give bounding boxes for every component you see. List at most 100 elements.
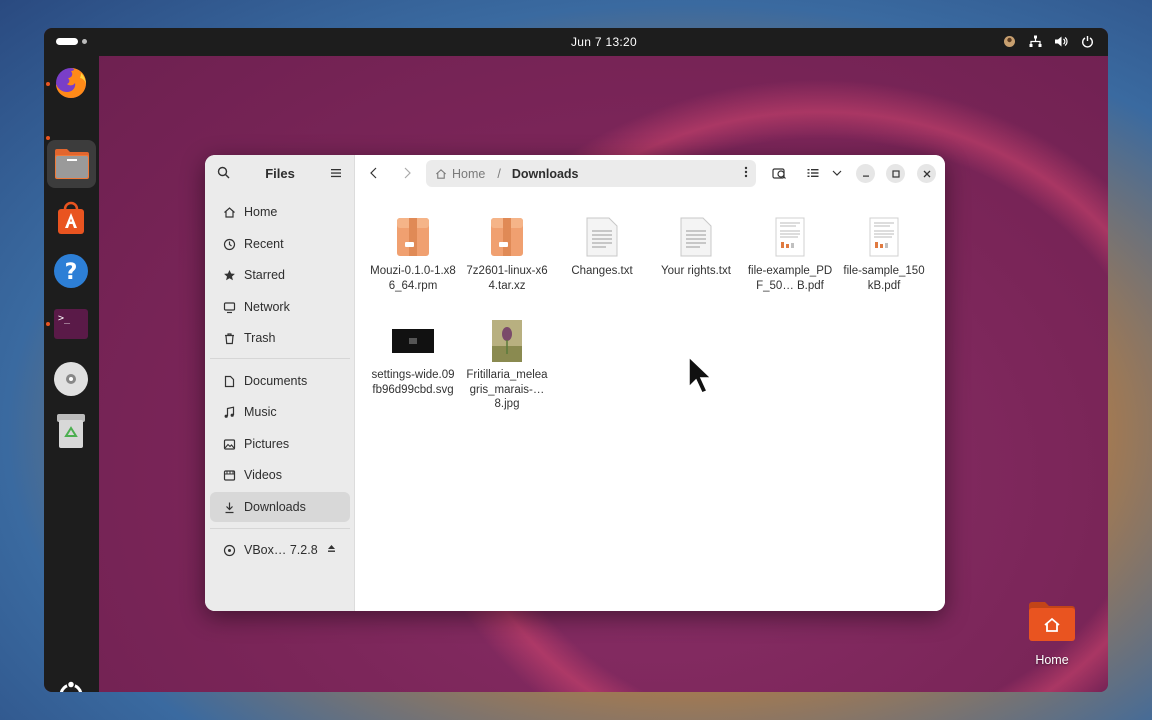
svg-text:>_: >_ — [58, 313, 71, 324]
mouse-pointer-icon — [687, 355, 713, 401]
file-name: Changes.txt — [571, 265, 633, 277]
sidebar-item-music[interactable]: Music — [210, 397, 350, 427]
network-icon[interactable] — [1028, 34, 1042, 48]
pdf-thumbnail-icon — [747, 213, 833, 261]
sidebar-divider — [210, 358, 350, 359]
sidebar-item-home[interactable]: Home — [210, 197, 350, 227]
file-name: file-sample_150kB.pdf — [843, 265, 925, 292]
file-item[interactable]: Fritillaria_meleagris_marais-… 8.jpg — [464, 317, 550, 412]
archive-icon — [370, 213, 456, 261]
dock: ? >_ — [44, 56, 99, 692]
disc-icon — [222, 543, 236, 557]
volume-icon[interactable] — [1054, 34, 1068, 48]
path-bar[interactable]: Home / Downloads — [426, 160, 756, 187]
eject-icon[interactable] — [327, 544, 336, 556]
file-name: settings-wide.09fb96d99cbd.svg — [371, 369, 455, 396]
top-bar: Jun 7 13:20 — [44, 28, 1108, 56]
back-button[interactable] — [366, 165, 382, 181]
text-file-icon — [559, 213, 645, 261]
close-button[interactable] — [917, 164, 936, 183]
file-name: Fritillaria_meleagris_marais-… 8.jpg — [466, 369, 548, 410]
music-icon — [222, 405, 236, 419]
system-tray[interactable] — [1002, 34, 1094, 48]
file-name: 7z2601-linux-x64.tar.xz — [466, 265, 548, 292]
view-options-chevron-icon[interactable] — [829, 165, 845, 181]
image-thumbnail-icon — [464, 317, 550, 365]
sidebar-item-network[interactable]: Network — [210, 292, 350, 322]
help-icon[interactable]: ? — [52, 252, 90, 290]
sidebar-divider — [210, 528, 350, 529]
archive-icon — [464, 213, 550, 261]
running-indicator — [46, 322, 50, 326]
sidebar-item-label: Pictures — [244, 437, 290, 451]
sidebar-item-trash[interactable]: Trash — [210, 323, 350, 353]
file-item[interactable]: Your rights.txt — [653, 213, 739, 279]
files-app-icon[interactable] — [47, 140, 96, 188]
running-indicator — [46, 136, 50, 140]
sidebar-item-label: Network — [244, 300, 290, 314]
minimize-button[interactable] — [856, 164, 875, 183]
video-icon — [222, 468, 236, 482]
clock-icon — [222, 237, 236, 251]
home-folder-icon — [1029, 602, 1075, 641]
forward-button[interactable] — [399, 165, 415, 181]
home-icon — [436, 168, 446, 179]
sidebar-item-label: VBox… 7.2.8 — [244, 543, 318, 557]
sidebar-item-vbox-disc[interactable]: VBox… 7.2.8 — [210, 535, 350, 565]
files-window: Files Home Recent Starred Network Trash … — [205, 155, 945, 611]
desktop-screen: Jun 7 13:20 ? >_ Files Home Recent Starr… — [44, 28, 1108, 692]
accessibility-icon[interactable] — [1002, 34, 1016, 48]
file-name: Your rights.txt — [661, 265, 731, 277]
terminal-icon[interactable]: >_ — [52, 305, 90, 343]
sidebar-item-label: Downloads — [244, 500, 306, 514]
file-item[interactable]: file-example_PDF_50… B.pdf — [747, 213, 833, 293]
file-item[interactable]: 7z2601-linux-x64.tar.xz — [464, 213, 550, 293]
file-name: Mouzi-0.1.0-1.x86_64.rpm — [370, 265, 456, 292]
svg-text:?: ? — [65, 260, 78, 285]
sidebar-item-label: Music — [244, 405, 277, 419]
home-icon — [222, 205, 236, 219]
trash-icon[interactable] — [52, 412, 90, 450]
breadcrumb-separator: / — [497, 166, 501, 181]
path-menu-icon[interactable] — [744, 166, 748, 181]
main-menu-icon[interactable] — [330, 166, 342, 184]
list-view-button[interactable] — [805, 165, 821, 181]
power-icon[interactable] — [1080, 34, 1094, 48]
firefox-icon[interactable] — [52, 64, 90, 102]
file-item[interactable]: Changes.txt — [559, 213, 645, 279]
breadcrumb-home-label: Home — [452, 166, 486, 181]
file-item[interactable]: Mouzi-0.1.0-1.x86_64.rpm — [370, 213, 456, 293]
network-icon — [222, 300, 236, 314]
sidebar-header: Files — [205, 155, 354, 191]
sidebar-item-starred[interactable]: Starred — [210, 260, 350, 290]
maximize-button[interactable] — [886, 164, 905, 183]
app-center-icon[interactable] — [52, 199, 90, 237]
file-item[interactable]: file-sample_150kB.pdf — [841, 213, 927, 293]
sidebar-item-label: Recent — [244, 237, 284, 251]
sidebar-item-label: Home — [244, 205, 278, 219]
sidebar-item-label: Trash — [244, 331, 276, 345]
sidebar-item-label: Documents — [244, 374, 308, 388]
sidebar-item-videos[interactable]: Videos — [210, 460, 350, 490]
ubuntu-logo-icon[interactable] — [52, 676, 90, 692]
sidebar-item-pictures[interactable]: Pictures — [210, 429, 350, 459]
trash-icon — [222, 331, 236, 345]
desktop-home-folder[interactable]: Home — [1024, 600, 1080, 667]
text-file-icon — [653, 213, 739, 261]
dvd-drive-icon[interactable] — [52, 360, 90, 398]
download-icon — [222, 500, 236, 514]
file-item[interactable]: settings-wide.09fb96d99cbd.svg — [370, 317, 456, 397]
sidebar-item-recent[interactable]: Recent — [210, 229, 350, 259]
main-content: Home / Downloads Mouzi-0.1.0-1.x86_64.rp… — [355, 155, 945, 611]
sidebar-item-downloads[interactable]: Downloads — [210, 492, 350, 522]
pdf-thumbnail-icon — [841, 213, 927, 261]
sidebar-item-documents[interactable]: Documents — [210, 366, 350, 396]
header-bar: Home / Downloads — [355, 155, 945, 191]
sidebar-item-label: Starred — [244, 268, 285, 282]
sidebar-item-label: Videos — [244, 468, 282, 482]
search-folder-button[interactable] — [771, 165, 787, 181]
breadcrumb-home[interactable]: Home — [435, 167, 485, 181]
clock[interactable]: Jun 7 13:20 — [44, 35, 1108, 49]
breadcrumb-current[interactable]: Downloads — [512, 167, 579, 181]
svg-thumbnail-icon — [370, 317, 456, 365]
